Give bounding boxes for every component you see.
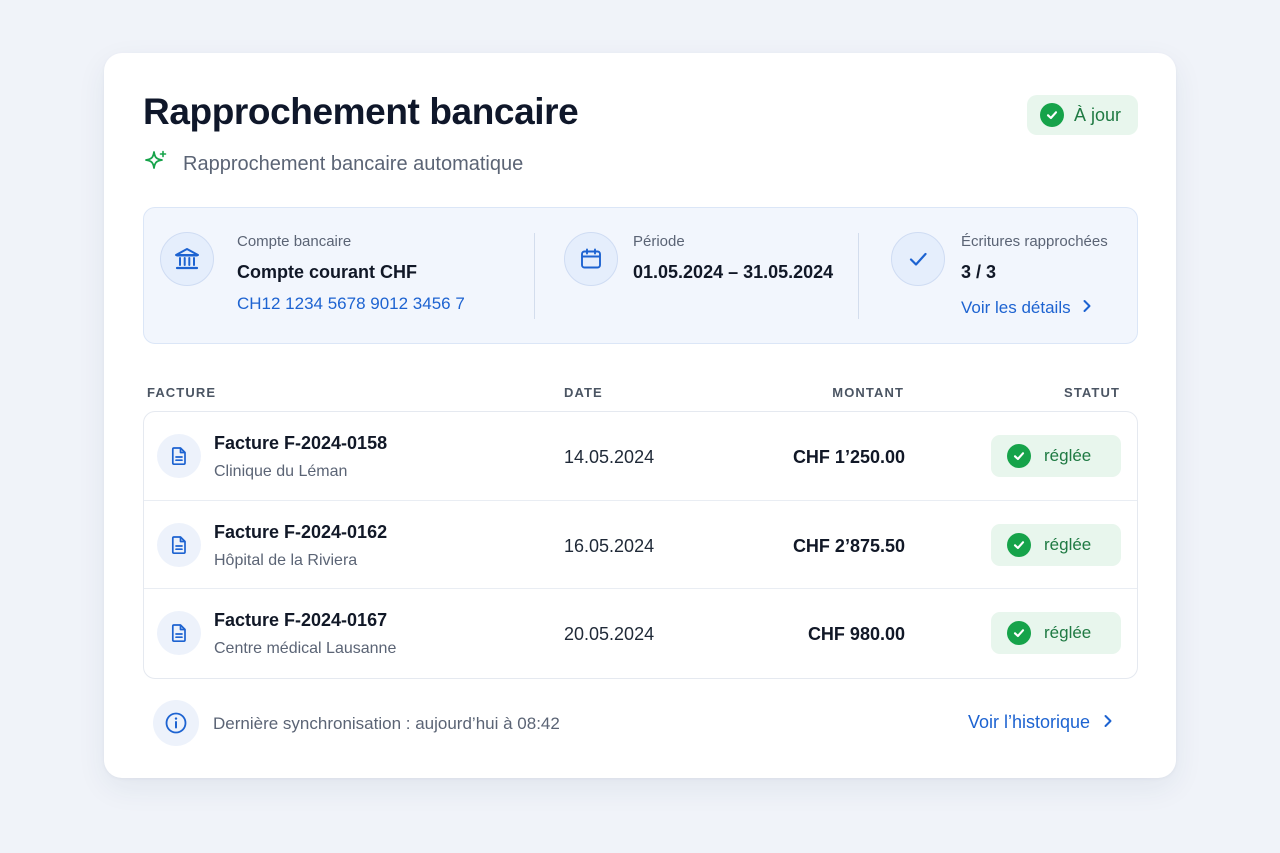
status-badge-label: réglée xyxy=(1044,623,1092,643)
period-label: Période xyxy=(633,233,685,250)
details-link[interactable]: Voir les détails xyxy=(961,298,1093,318)
table-row[interactable]: Facture F-2024-0158 Clinique du Léman 14… xyxy=(144,412,1137,501)
summary-panel: Compte bancaire Compte courant CHF CH12 … xyxy=(143,207,1138,344)
reconciliation-card: Rapprochement bancaire À jour Rapprochem… xyxy=(104,53,1176,778)
subtitle-text: Rapprochement bancaire automatique xyxy=(183,153,524,175)
status-badge: réglée xyxy=(991,612,1121,655)
account-label: Compte bancaire xyxy=(237,233,352,250)
check-icon xyxy=(891,232,945,286)
page-title: Rapprochement bancaire xyxy=(143,91,579,132)
column-header-amount: MONTANT xyxy=(832,385,904,400)
invoice-amount: CHF 2’875.50 xyxy=(792,535,905,556)
account-iban[interactable]: CH12 1234 5678 9012 3456 7 xyxy=(237,294,465,314)
bank-icon xyxy=(160,232,214,286)
calendar-icon xyxy=(564,232,618,286)
period-block: Période 01.05.2024 – 31.05.2024 xyxy=(535,208,858,343)
status-badge-label: réglée xyxy=(1044,446,1092,465)
invoice-amount: CHF 1’250.00 xyxy=(792,447,905,467)
check-circle-icon xyxy=(1007,621,1031,646)
invoice-title: Facture F-2024-0158 xyxy=(214,433,388,453)
matched-block: Écritures rapprochées 3 / 3 Voir les dét… xyxy=(859,208,1139,343)
invoice-client: Centre médical Lausanne xyxy=(214,640,397,658)
chevron-right-icon xyxy=(1081,298,1093,318)
table-row[interactable]: Facture F-2024-0162 Hôpital de la Rivier… xyxy=(144,501,1137,590)
table-row[interactable]: Facture F-2024-0167 Centre médical Lausa… xyxy=(144,589,1137,678)
history-link-label: Voir l’historique xyxy=(967,712,1090,732)
sparkle-icon xyxy=(143,149,169,180)
status-badge: réglée xyxy=(991,523,1121,566)
column-header-status: STATUT xyxy=(1064,385,1120,400)
invoice-title: Facture F-2024-0162 xyxy=(214,521,388,542)
status-badge-label: À jour xyxy=(1073,104,1121,125)
invoice-amount: CHF 980.00 xyxy=(807,624,905,645)
column-header-invoice: FACTURE xyxy=(147,385,217,400)
info-icon xyxy=(153,700,199,746)
check-circle-icon xyxy=(1007,444,1031,468)
account-block: Compte bancaire Compte courant CHF CH12 … xyxy=(144,208,534,343)
invoice-client: Clinique du Léman xyxy=(214,463,348,480)
invoice-title: Facture F-2024-0167 xyxy=(214,610,388,631)
document-icon xyxy=(157,611,201,656)
account-name: Compte courant CHF xyxy=(237,262,417,282)
check-circle-icon xyxy=(1007,532,1031,557)
status-badge-label: réglée xyxy=(1044,534,1092,554)
status-badge: réglée xyxy=(991,435,1121,477)
invoice-date: 14.05.2024 xyxy=(564,447,655,467)
document-icon xyxy=(157,434,201,478)
details-link-label: Voir les détails xyxy=(961,298,1071,317)
subtitle: Rapprochement bancaire automatique xyxy=(143,149,523,180)
check-circle-icon xyxy=(1039,103,1064,127)
status-badge: À jour xyxy=(1026,95,1138,135)
sync-status-text: Dernière synchronisation : aujourd’hui à… xyxy=(213,714,560,733)
invoice-table: Facture F-2024-0158 Clinique du Léman 14… xyxy=(143,411,1138,679)
matched-label: Écritures rapprochées xyxy=(961,233,1108,250)
period-value: 01.05.2024 – 31.05.2024 xyxy=(633,262,834,282)
chevron-right-icon xyxy=(1102,712,1114,733)
history-link[interactable]: Voir l’historique xyxy=(968,712,1114,733)
document-icon xyxy=(157,522,201,567)
invoice-date: 20.05.2024 xyxy=(564,624,655,645)
invoice-date: 16.05.2024 xyxy=(564,535,655,556)
column-header-date: DATE xyxy=(564,385,603,400)
matched-value: 3 / 3 xyxy=(961,262,997,282)
invoice-client: Hôpital de la Riviera xyxy=(214,551,358,569)
